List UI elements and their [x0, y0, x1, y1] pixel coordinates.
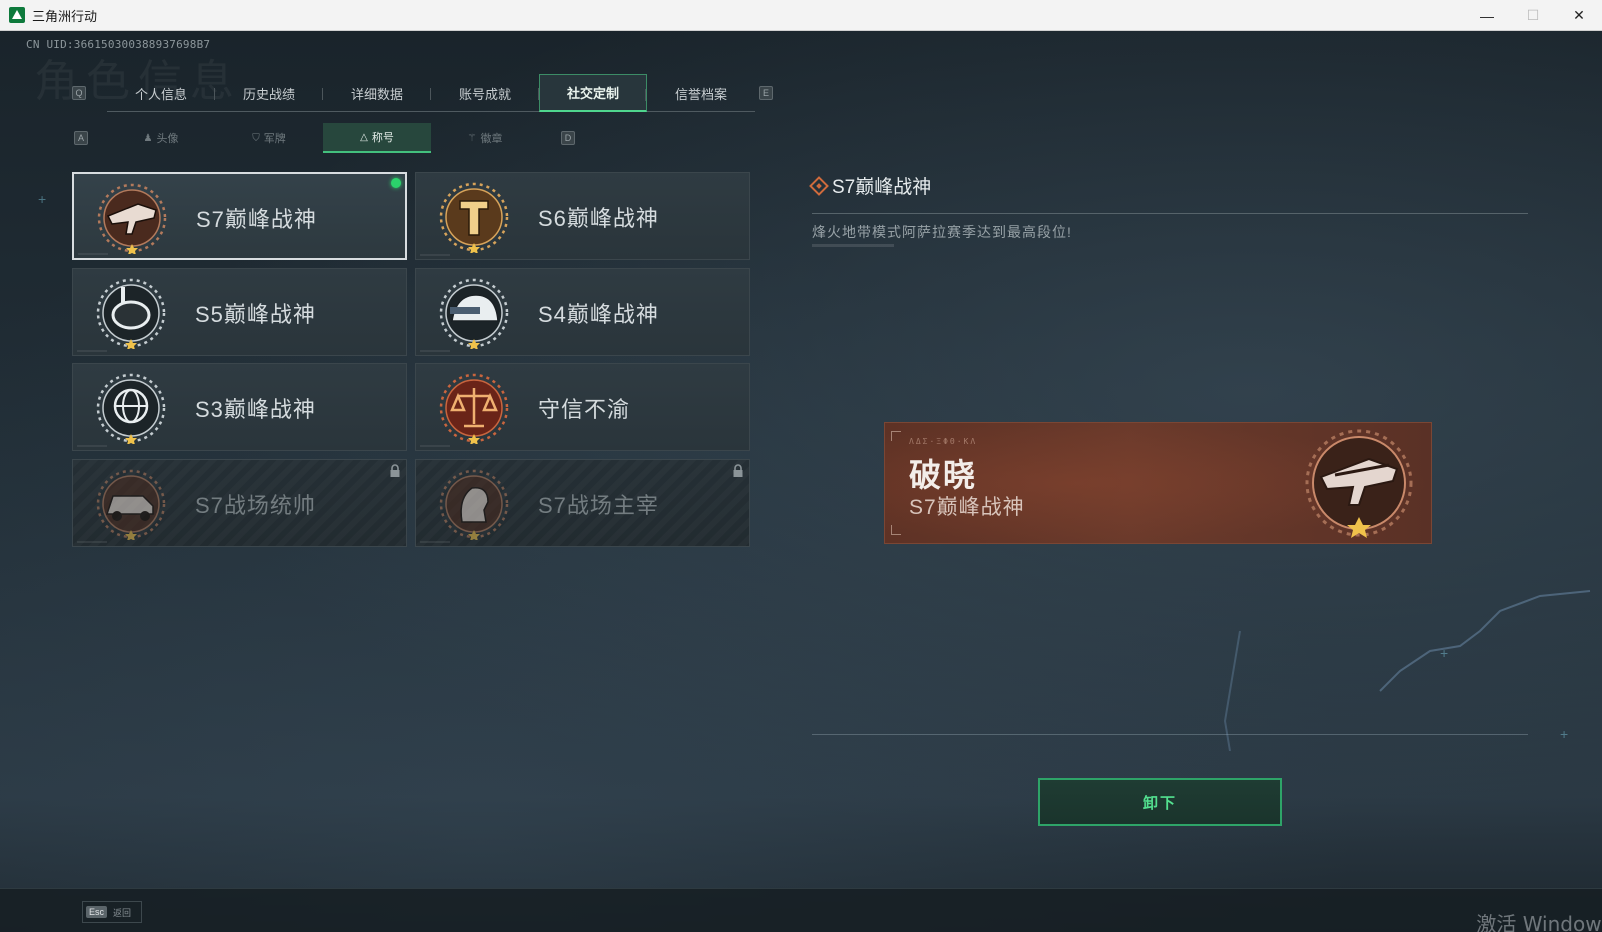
title-card-name: S6巅峰战神: [538, 206, 659, 231]
tab-personal-info[interactable]: 个人信息: [107, 74, 215, 112]
card-corner-decor: [77, 445, 107, 447]
window-title: 三角洲行动: [32, 8, 98, 24]
equipped-indicator: [391, 178, 401, 188]
window-controls: — ☐ ✕: [1464, 0, 1602, 31]
subtab-dogtag[interactable]: ⛉ 军牌: [215, 123, 323, 153]
title-card-name: S3巅峰战神: [195, 397, 316, 422]
subtab-avatar[interactable]: ♟ 头像: [107, 123, 215, 153]
close-button[interactable]: ✕: [1556, 0, 1602, 31]
globe-emblem-icon: [96, 373, 166, 444]
diamond-icon: [809, 175, 829, 196]
subtab-label: 称号: [371, 132, 394, 144]
triangle-icon: △: [360, 131, 368, 143]
tag-icon: ⛉: [252, 132, 260, 144]
title-card-name: S7战场统帅: [195, 493, 316, 518]
card-corner-decor: [420, 541, 450, 543]
card-corner-decor: [77, 541, 107, 543]
minimize-button[interactable]: —: [1464, 0, 1510, 31]
helmet-emblem-icon: [439, 278, 509, 349]
title-card-name: S7战场主宰: [538, 493, 659, 518]
lock-icon: [733, 464, 743, 477]
preview-title-name: S7巅峰战神: [909, 496, 1025, 519]
activate-windows-watermark: 激活 Windows: [1476, 912, 1602, 932]
tab-match-history[interactable]: 历史战绩: [215, 74, 323, 112]
title-card[interactable]: S5巅峰战神: [72, 268, 407, 356]
subtab-label: 徽章: [480, 133, 503, 145]
detail-description: 烽火地带模式阿萨拉赛季达到最高段位!: [812, 224, 1072, 240]
bracket-corner: [891, 431, 901, 441]
detail-title: S7巅峰战神: [832, 177, 932, 198]
title-card-name: S5巅峰战神: [195, 302, 316, 327]
detail-header: S7巅峰战神: [809, 172, 932, 199]
title-card-name: S4巅峰战神: [538, 302, 659, 327]
scales-emblem-icon: [439, 373, 509, 444]
lightning-decor: [1223, 590, 1591, 751]
decorative-bar: [812, 244, 894, 247]
title-preview-banner: ΛΔΣ·ΞΦΘ·ΚΛ 破晓 S7巅峰战神: [884, 422, 1432, 544]
back-button[interactable]: Esc 返回: [82, 901, 142, 923]
tab-achievements[interactable]: 账号成就: [431, 74, 539, 112]
crosshair-decor-icon: +: [38, 191, 47, 207]
card-corner-decor: [420, 445, 450, 447]
tab-credit-record[interactable]: 信誉档案: [647, 74, 755, 112]
diver-mask-emblem-icon: [96, 278, 166, 349]
subtab-label: 军牌: [263, 133, 286, 145]
next-subtab-key-hint[interactable]: D: [561, 131, 575, 145]
esc-key-icon: Esc: [86, 906, 108, 918]
main-area: 角色信息 CN UID:366150300388937698B7 Q 个人信息历…: [0, 31, 1602, 932]
card-corner-decor: [420, 350, 450, 352]
lock-icon: [390, 464, 400, 477]
next-tab-key-hint[interactable]: E: [759, 86, 773, 100]
soldier-emblem-icon: [439, 469, 509, 540]
subtab-title[interactable]: △ 称号: [323, 123, 431, 153]
wing-icon: ⚚: [467, 132, 477, 144]
back-label: 返回: [113, 907, 132, 918]
card-corner-decor: [78, 253, 108, 255]
card-corner-decor: [77, 350, 107, 352]
vehicle-emblem-icon: [96, 469, 166, 540]
window-titlebar: 三角洲行动 — ☐ ✕: [0, 0, 1602, 31]
preview-code-text: ΛΔΣ·ΞΦΘ·ΚΛ: [909, 437, 978, 446]
tab-social-custom[interactable]: 社交定制: [539, 74, 647, 112]
subtab-label: 头像: [156, 133, 179, 145]
gun-emblem-icon: [1305, 429, 1413, 538]
title-card[interactable]: S3巅峰战神: [72, 363, 407, 451]
title-card[interactable]: S6巅峰战神: [415, 172, 750, 260]
pillar-emblem-icon: [439, 182, 509, 253]
prev-subtab-key-hint[interactable]: A: [74, 131, 88, 145]
person-icon: ♟: [143, 132, 153, 144]
title-card-name: 守信不渝: [538, 397, 631, 422]
title-card[interactable]: S4巅峰战神: [415, 268, 750, 356]
tab-detailed-data[interactable]: 详细数据: [323, 74, 431, 112]
footer-bar: Esc 返回 激活 Windows: [0, 888, 1602, 932]
gun-emblem-icon: [97, 183, 167, 254]
title-card[interactable]: 守信不渝: [415, 363, 750, 451]
maximize-button[interactable]: ☐: [1510, 0, 1556, 31]
title-card-name: S7巅峰战神: [196, 207, 317, 232]
subtab-badge[interactable]: ⚚ 徽章: [431, 123, 539, 153]
prev-tab-key-hint[interactable]: Q: [72, 86, 86, 100]
title-card[interactable]: S7战场主宰: [415, 459, 750, 547]
title-card[interactable]: S7战场统帅: [72, 459, 407, 547]
player-uid: CN UID:366150300388937698B7: [26, 38, 211, 51]
card-corner-decor: [420, 254, 450, 256]
divider: [812, 213, 1528, 214]
sub-tab-bar: ♟ 头像 ⛉ 军牌 △ 称号 ⚚ 徽章: [107, 123, 539, 153]
bracket-corner: [891, 525, 901, 535]
main-tab-bar: 个人信息 历史战绩 详细数据 账号成就 社交定制 信誉档案: [107, 74, 755, 112]
title-card[interactable]: S7巅峰战神: [72, 172, 407, 260]
preview-player-name: 破晓: [909, 457, 978, 493]
unequip-button[interactable]: 卸下: [1038, 778, 1282, 826]
app-logo-icon: [9, 7, 25, 23]
